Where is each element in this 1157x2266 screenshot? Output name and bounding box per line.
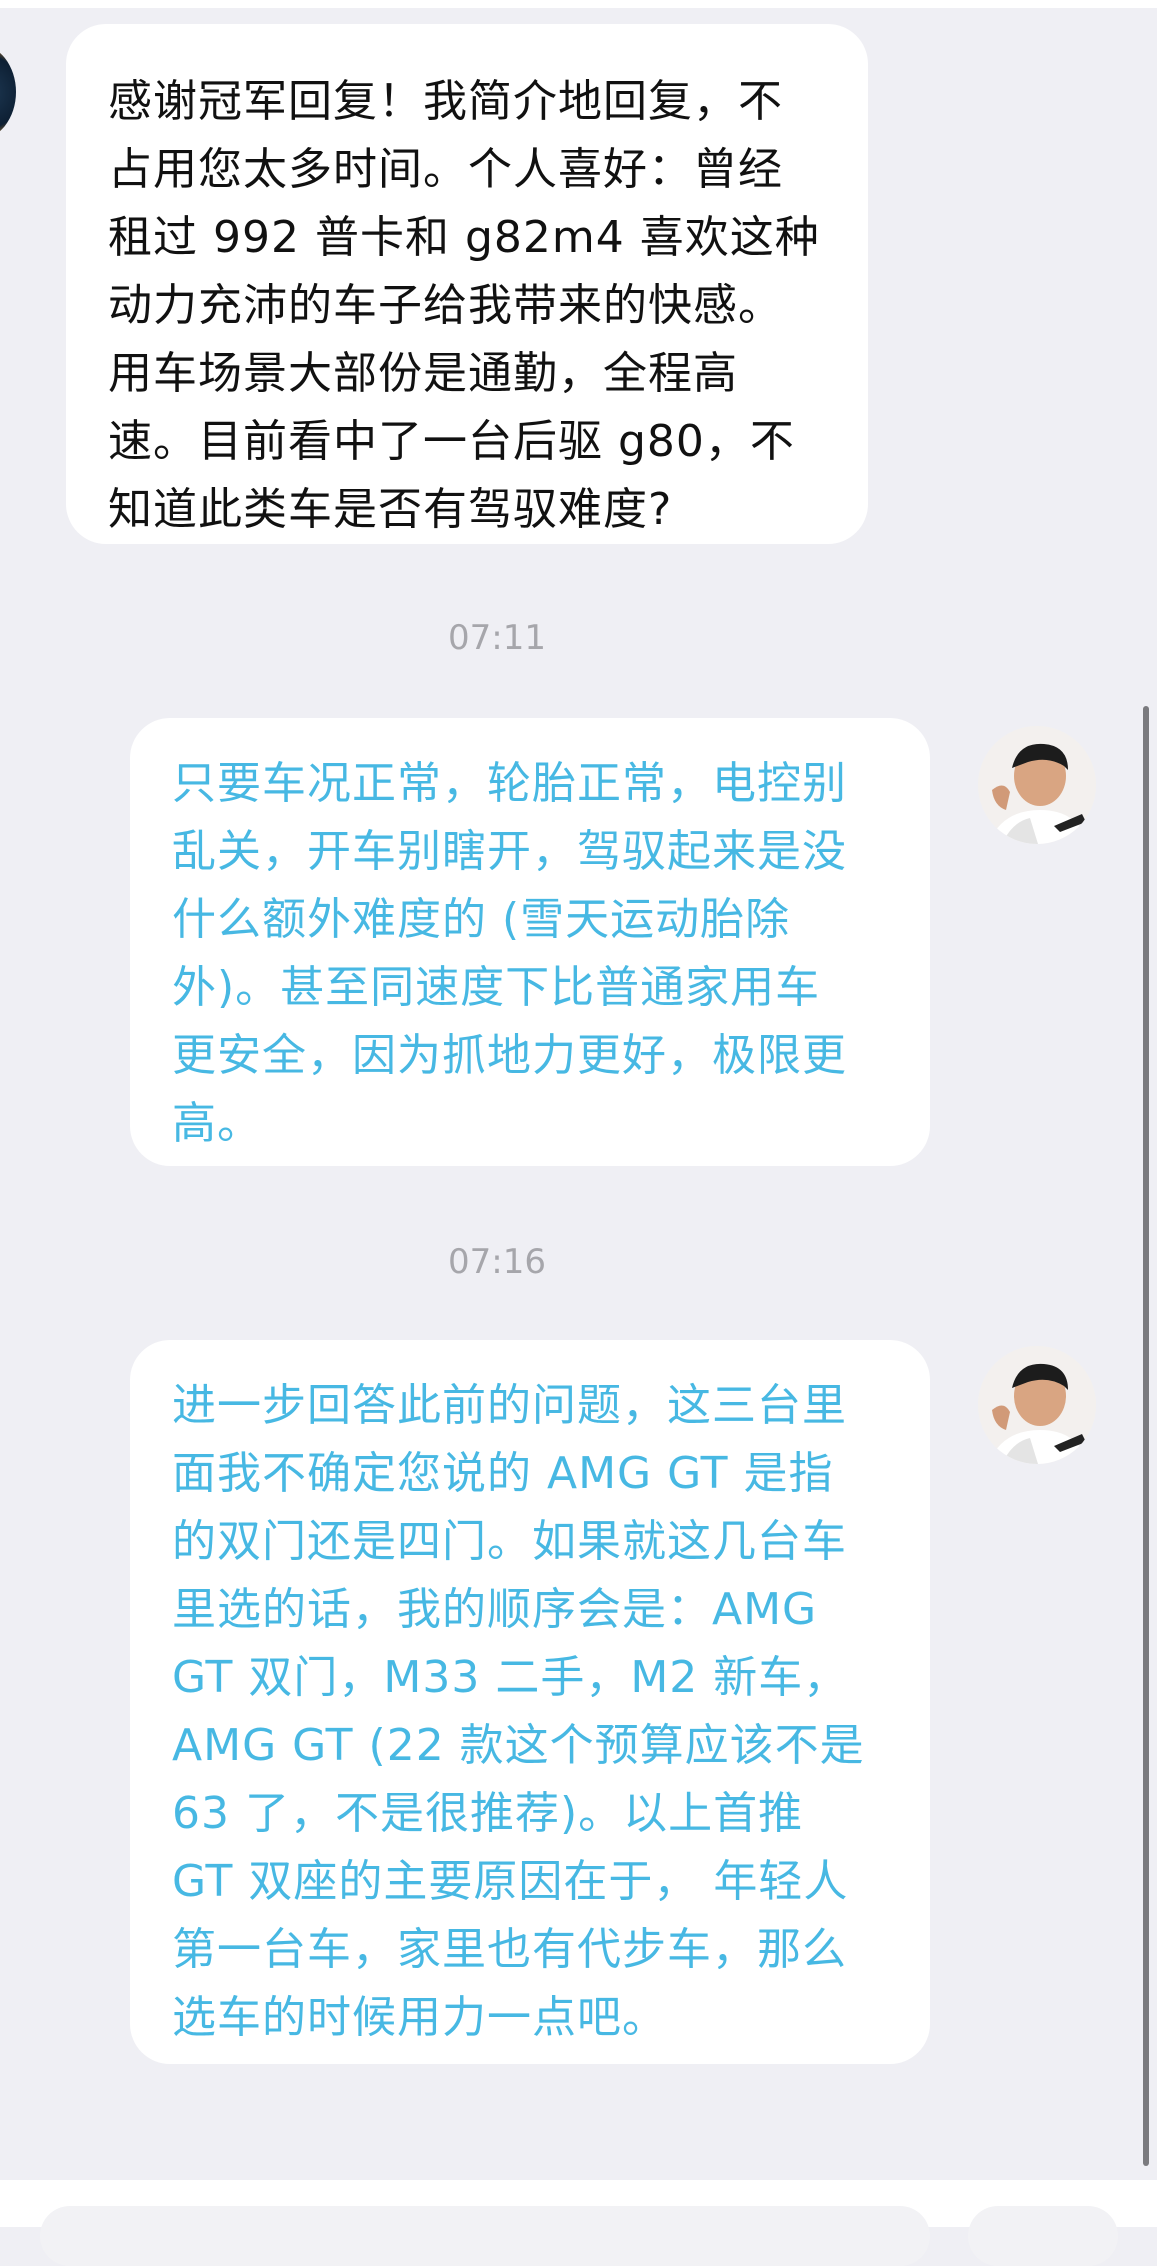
avatar-photo-icon — [978, 1346, 1096, 1464]
chat-message-list[interactable]: 感谢冠军回复！我简介地回复，不 占用您太多时间。个人喜好：曾经 租过 992 普… — [0, 0, 1157, 2180]
message-bubble-reply[interactable]: 只要车况正常，轮胎正常，电控别 乱关，开车别瞎开，驾驭起来是没 什么额外难度的 … — [130, 718, 930, 1166]
scrollbar[interactable] — [1143, 706, 1149, 2166]
message-input[interactable] — [40, 2206, 930, 2266]
top-edge — [0, 0, 1157, 8]
message-bubble-reply[interactable]: 进一步回答此前的问题，这三台里 面我不确定您说的 AMG GT 是指 的双门还是… — [130, 1340, 930, 2064]
contact-avatar[interactable] — [978, 1346, 1096, 1464]
contact-avatar[interactable] — [978, 726, 1096, 844]
self-avatar[interactable] — [0, 44, 16, 140]
avatar-photo-icon — [978, 726, 1096, 844]
input-bar — [0, 2180, 1157, 2266]
message-bubble-self[interactable]: 感谢冠军回复！我简介地回复，不 占用您太多时间。个人喜好：曾经 租过 992 普… — [66, 24, 868, 544]
message-timestamp: 07:11 — [448, 618, 546, 658]
send-button[interactable] — [968, 2206, 1118, 2266]
message-timestamp: 07:16 — [448, 1242, 546, 1282]
